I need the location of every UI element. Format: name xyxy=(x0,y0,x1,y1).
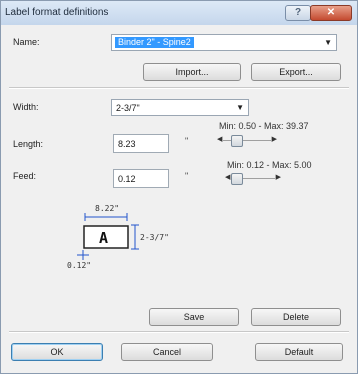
length-slider[interactable]: ◀ ▶ xyxy=(217,135,277,147)
name-label: Name: xyxy=(13,37,40,47)
preview-length-text: 8.22" xyxy=(95,204,119,213)
feed-slider[interactable]: ◀ ▶ xyxy=(225,173,281,185)
feed-unit: " xyxy=(185,171,189,181)
arrow-right-icon[interactable]: ▶ xyxy=(276,173,281,181)
chevron-down-icon: ▼ xyxy=(324,38,332,47)
separator-top xyxy=(9,87,349,89)
delete-button[interactable]: Delete xyxy=(251,308,341,326)
help-icon: ? xyxy=(294,7,302,18)
window-title: Label format definitions xyxy=(5,7,109,18)
arrow-left-icon[interactable]: ◀ xyxy=(225,173,230,181)
cancel-button[interactable]: Cancel xyxy=(121,343,213,361)
length-range: Min: 0.50 - Max: 39.37 xyxy=(219,121,309,131)
feed-range: Min: 0.12 - Max: 5.00 xyxy=(227,160,312,170)
ok-button[interactable]: OK xyxy=(11,343,103,361)
length-value: 8.23 xyxy=(118,139,136,149)
length-label: Length: xyxy=(13,139,44,149)
import-button[interactable]: Import... xyxy=(143,63,241,81)
close-icon: ✕ xyxy=(326,7,336,18)
dialog-body: Name: Binder 2" - Spine2 ▼ Import... Exp… xyxy=(7,25,351,365)
default-button[interactable]: Default xyxy=(255,343,343,361)
name-combobox[interactable]: Binder 2" - Spine2 ▼ xyxy=(111,34,337,51)
length-input[interactable]: 8.23 xyxy=(113,134,169,153)
length-slider-thumb[interactable] xyxy=(230,135,243,147)
feed-slider-thumb[interactable] xyxy=(231,173,243,185)
arrow-right-icon[interactable]: ▶ xyxy=(272,135,277,143)
preview-feed-text: 0.12" xyxy=(67,261,91,270)
close-button[interactable]: ✕ xyxy=(310,5,352,21)
preview-width-text: 2-3/7" xyxy=(140,233,169,242)
feed-label: Feed: xyxy=(13,171,37,181)
save-button[interactable]: Save xyxy=(149,308,239,326)
preview-letter: A xyxy=(99,229,108,247)
width-combobox[interactable]: 2-3/7" ▼ xyxy=(111,99,249,116)
length-unit: " xyxy=(185,136,189,146)
label-preview: 8.22" A 2-3/7" 0.12" xyxy=(67,204,169,270)
export-button[interactable]: Export... xyxy=(251,63,341,81)
separator-bottom xyxy=(9,331,349,333)
arrow-left-icon[interactable]: ◀ xyxy=(217,135,222,143)
chevron-down-icon: ▼ xyxy=(236,103,244,112)
help-button[interactable]: ? xyxy=(285,5,311,21)
width-value: 2-3/7" xyxy=(116,103,140,113)
name-value: Binder 2" - Spine2 xyxy=(115,37,194,48)
feed-input[interactable]: 0.12 xyxy=(113,169,169,188)
title-bar[interactable]: Label format definitions ? ✕ xyxy=(1,1,357,25)
label-format-dialog: Label format definitions ? ✕ Name: Binde… xyxy=(0,0,358,374)
feed-value: 0.12 xyxy=(118,174,136,184)
width-label: Width: xyxy=(13,102,39,112)
